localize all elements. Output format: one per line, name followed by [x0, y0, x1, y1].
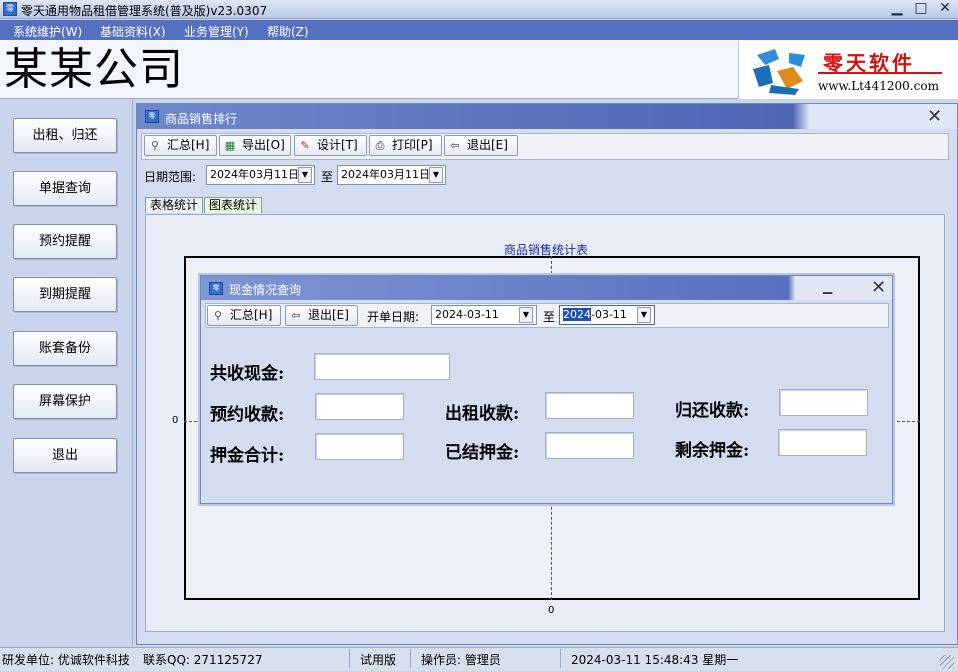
print-label: 打印[P]: [392, 138, 433, 152]
open-date-label: 开单日期:: [367, 310, 420, 324]
date-from-picker[interactable]: 2024年03月11日 ▼: [206, 165, 315, 185]
exit-door-icon: ⇦: [291, 309, 301, 322]
sales-window-titlebar: [137, 104, 957, 129]
logo-divider: [818, 72, 942, 74]
window-app-icon: 零: [145, 110, 159, 123]
tools-icon: ✎: [300, 139, 310, 152]
date-range-label: 日期范围:: [144, 170, 197, 184]
deposit-settled-label: 已结押金:: [445, 443, 520, 463]
tab-table-stats[interactable]: 表格统计: [145, 197, 204, 213]
cash-exit-button[interactable]: ⇦ 退出[E]: [285, 305, 358, 326]
deposit-total-label: 押金合计:: [210, 446, 285, 466]
printer-icon: ⎙: [375, 139, 385, 152]
cash-summary-button[interactable]: ⚲ 汇总[H]: [207, 305, 281, 326]
total-cash-label: 共收现金:: [210, 364, 285, 384]
status-developer: 研发单位: 优诚软件科技: [2, 653, 130, 667]
chevron-down-icon[interactable]: ▼: [298, 167, 312, 183]
deposit-total-field[interactable]: [315, 433, 404, 460]
print-button[interactable]: ⎙ 打印[P]: [369, 135, 442, 156]
sidebar-rent-return-button[interactable]: 出租、归还: [13, 118, 117, 153]
app-icon: 零: [3, 2, 17, 16]
cash-dialog-minimize-button[interactable]: ▁: [823, 280, 832, 294]
date-to-picker[interactable]: 2024年03月11日 ▼: [337, 165, 446, 185]
chevron-down-icon[interactable]: ▼: [637, 307, 651, 323]
status-datetime: 2024-03-11 15:48:43 星期一: [571, 653, 739, 667]
dialog-to-label: 至: [543, 310, 556, 324]
status-divider: [410, 649, 411, 668]
deposit-remaining-field[interactable]: [778, 429, 867, 456]
window-title: 零天通用物品租借管理系统(普及版)v23.0307: [21, 4, 268, 18]
export-button[interactable]: ▦ 导出[O]: [219, 135, 291, 156]
menu-system[interactable]: 系统维护(W): [13, 23, 82, 40]
design-button[interactable]: ✎ 设计[T]: [294, 135, 367, 156]
binoculars-icon: ⚲: [213, 309, 223, 322]
export-label: 导出[O]: [242, 138, 285, 152]
exit-button[interactable]: ⇦ 退出[E]: [444, 135, 518, 156]
binoculars-icon: ⚲: [150, 139, 160, 152]
menu-help[interactable]: 帮助(Z): [267, 23, 309, 40]
cash-exit-label: 退出[E]: [308, 308, 349, 322]
open-date-to-selected: 2024: [563, 308, 591, 321]
company-name: 某某公司: [4, 44, 184, 95]
open-date-from-picker[interactable]: 2024-03-11 ▼: [431, 305, 537, 325]
return-label: 归还收款:: [675, 401, 750, 421]
status-operator: 操作员: 管理员: [421, 653, 501, 667]
date-to-value: 2024年03月11日: [341, 168, 430, 181]
open-date-to-picker[interactable]: 2024-03-11 ▼: [559, 305, 655, 325]
summary-button[interactable]: ⚲ 汇总[H]: [144, 135, 217, 156]
sidebar-due-reminder-button[interactable]: 到期提醒: [13, 277, 117, 312]
exit-label: 退出[E]: [467, 138, 508, 152]
chevron-down-icon[interactable]: ▼: [519, 307, 533, 323]
status-qq: 联系QQ: 271125727: [143, 653, 263, 667]
dialog-app-icon: 零: [209, 282, 223, 295]
reservation-field[interactable]: [315, 393, 404, 420]
design-label: 设计[T]: [317, 138, 358, 152]
status-divider: [349, 649, 350, 668]
sidebar-backup-button[interactable]: 账套备份: [13, 331, 117, 366]
sidebar-exit-button[interactable]: 退出: [13, 438, 117, 473]
cash-dialog-close-button[interactable]: ✕: [871, 277, 886, 298]
y-tick-label: 0: [172, 415, 179, 426]
minimize-button[interactable]: ▁: [886, 0, 908, 18]
sales-window-title: 商品销售排行: [165, 112, 238, 126]
date-from-value: 2024年03月11日: [210, 168, 299, 181]
sidebar-reservation-reminder-button[interactable]: 预约提醒: [13, 224, 117, 259]
menu-business[interactable]: 业务管理(Y): [184, 23, 249, 40]
reservation-label: 预约收款:: [210, 405, 285, 425]
rental-label: 出租收款:: [445, 404, 520, 424]
rental-field[interactable]: [545, 392, 634, 419]
x-tick-label: 0: [548, 605, 555, 616]
cash-query-dialog: 零 现金情况查询 ▁ ✕ ⚲ 汇总[H] ⇦ 退出[E] 开单日期: 2024-…: [200, 275, 893, 504]
cash-dialog-title: 现金情况查询: [229, 283, 302, 297]
summary-label: 汇总[H]: [167, 138, 210, 152]
total-cash-field[interactable]: [314, 353, 450, 380]
return-field[interactable]: [779, 389, 868, 416]
open-date-from-value: 2024-03-11: [435, 308, 499, 321]
to-label: 至: [321, 170, 334, 184]
menu-basic-data[interactable]: 基础资料(X): [100, 23, 166, 40]
sidebar-document-query-button[interactable]: 单据查询: [13, 171, 117, 206]
resize-grip-icon[interactable]: [940, 655, 954, 669]
chevron-down-icon[interactable]: ▼: [429, 167, 443, 183]
logo-url: www.Lt441200.com: [818, 79, 939, 93]
spreadsheet-icon: ▦: [224, 139, 236, 152]
open-date-to-rest: -03-11: [591, 308, 627, 321]
cash-summary-label: 汇总[H]: [230, 308, 273, 322]
tab-chart-stats[interactable]: 图表统计: [204, 197, 263, 213]
logo-mark-icon: [753, 49, 805, 95]
deposit-remaining-label: 剩余押金:: [675, 441, 750, 461]
sidebar-screensaver-button[interactable]: 屏幕保护: [13, 384, 117, 419]
sales-window-close-button[interactable]: ✕: [927, 106, 942, 127]
cash-dialog-titlebar: [201, 276, 892, 300]
status-edition: 试用版: [360, 653, 397, 667]
deposit-settled-field[interactable]: [545, 432, 634, 459]
status-divider: [560, 649, 561, 668]
exit-door-icon: ⇦: [450, 139, 460, 152]
maximize-button[interactable]: □: [910, 0, 932, 18]
close-button[interactable]: ✕: [934, 0, 956, 18]
